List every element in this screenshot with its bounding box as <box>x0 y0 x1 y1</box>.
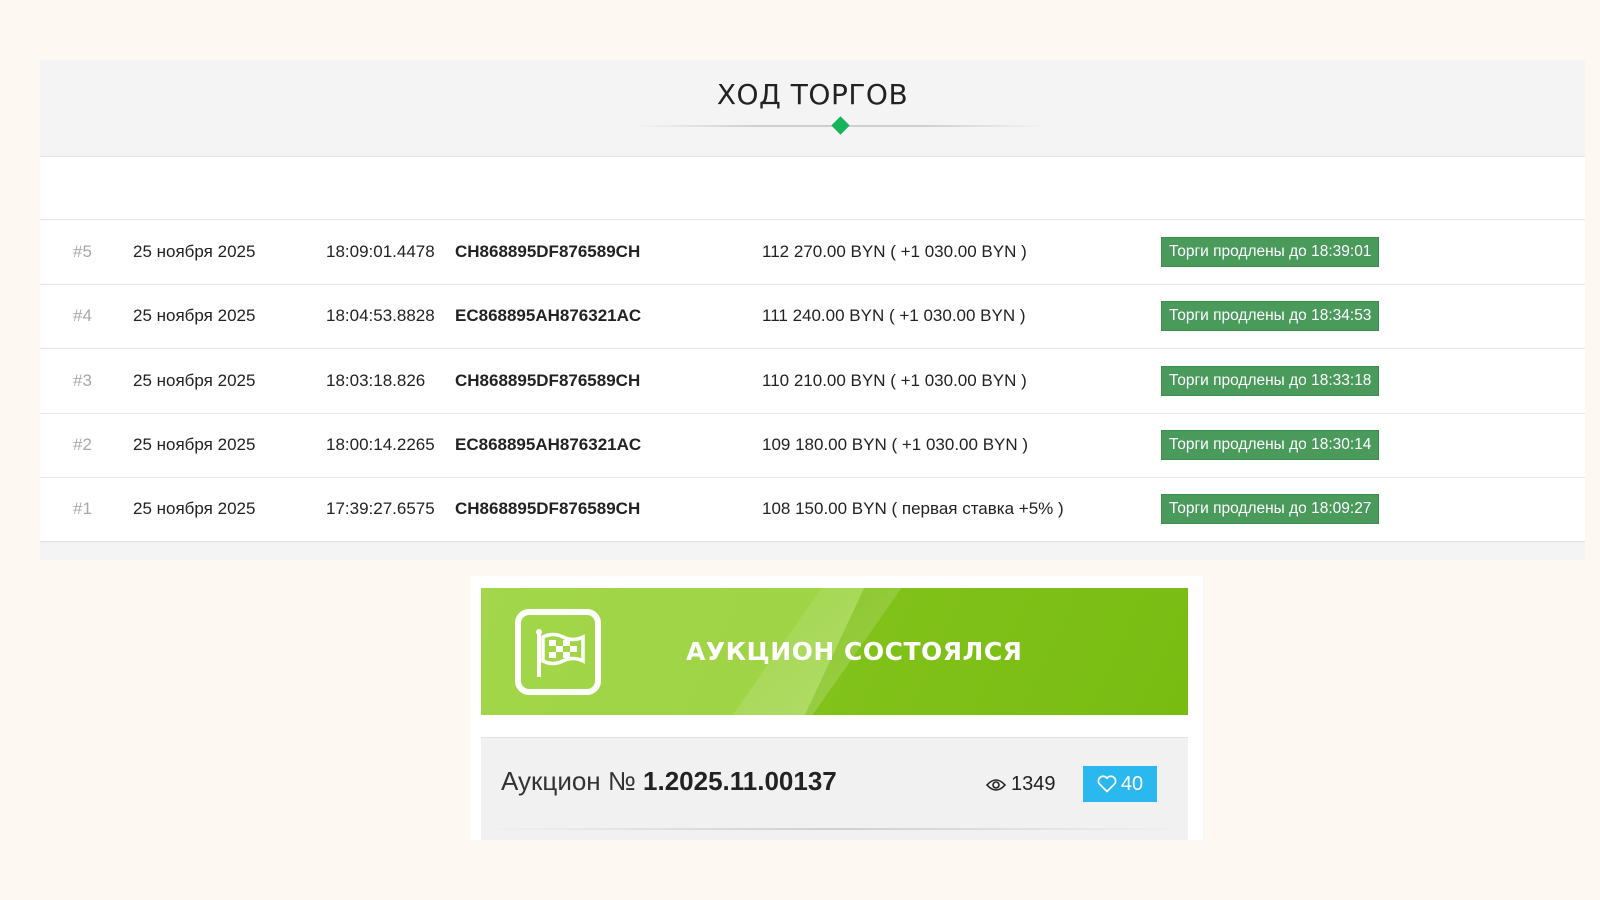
extension-status-badge: Торги продлены до 18:33:18 <box>1161 365 1380 396</box>
auction-label-text: Аукцион № <box>501 766 636 796</box>
likes-count: 40 <box>1120 772 1144 795</box>
bid-amount: 110 210.00 BYN ( +1 030.00 BYN ) <box>762 370 1027 390</box>
table-row: #1 25 ноября 2025 17:39:27.6575 CH868895DF8… <box>40 477 1585 542</box>
auction-info-bar: Аукцион № 1.2025.11.00137 1349 40 <box>481 737 1188 840</box>
bid-participant-id: CH868895DF876589CH <box>455 370 641 390</box>
bid-amount: 109 180.00 BYN ( +1 030.00 BYN ) <box>762 435 1029 455</box>
bid-time: 17:39:27.6575 <box>326 499 435 519</box>
table-header-row <box>40 156 1585 219</box>
auction-number: 1.2025.11.00137 <box>643 766 837 796</box>
bid-participant-id: CH868895DF876589CH <box>455 499 641 519</box>
banner-text: АУКЦИОН СОСТОЯЛСЯ <box>686 637 1023 666</box>
bid-participant-id: EC868895AH876321AC <box>455 435 642 455</box>
checkered-flag-icon <box>515 609 601 695</box>
bid-date: 25 ноября 2025 <box>133 435 256 455</box>
heart-icon <box>1097 775 1117 793</box>
bid-amount: 111 240.00 BYN ( +1 030.00 BYN ) <box>762 306 1026 326</box>
auction-label: Аукцион № 1.2025.11.00137 <box>501 766 837 797</box>
like-button[interactable]: 40 <box>1083 766 1157 802</box>
bid-time: 18:09:01.4478 <box>326 241 435 261</box>
eye-icon <box>986 778 1006 791</box>
extension-status-badge: Торги продлены до 18:34:53 <box>1161 301 1380 332</box>
bid-amount: 108 150.00 BYN ( первая ставка +5% ) <box>762 499 1064 519</box>
bids-table: #5 25 ноября 2025 18:09:01.4478 CH868895DF8… <box>40 156 1585 542</box>
bid-date: 25 ноября 2025 <box>133 241 256 261</box>
bid-date: 25 ноября 2025 <box>133 370 256 390</box>
bid-number: #5 <box>73 241 92 261</box>
bid-amount: 112 270.00 BYN ( +1 030.00 BYN ) <box>762 241 1027 261</box>
bid-time: 18:00:14.2265 <box>326 435 435 455</box>
bid-date: 25 ноября 2025 <box>133 499 256 519</box>
table-row: #5 25 ноября 2025 18:09:01.4478 CH868895DF8… <box>40 219 1585 284</box>
auction-completed-banner: АУКЦИОН СОСТОЯЛСЯ <box>481 588 1188 715</box>
extension-status-badge: Торги продлены до 18:30:14 <box>1161 430 1380 461</box>
bid-participant-id: CH868895DF876589CH <box>455 241 641 261</box>
views-counter: 1349 <box>986 773 1056 796</box>
bid-participant-id: EC868895AH876321AC <box>455 306 642 326</box>
table-row: #2 25 ноября 2025 18:00:14.2265 EC868895AH8… <box>40 412 1585 478</box>
views-count: 1349 <box>1011 773 1056 795</box>
panel-title: ХОД ТОРГОВ <box>716 78 909 111</box>
bid-number: #1 <box>73 499 92 519</box>
extension-status-badge: Торги продлены до 18:39:01 <box>1161 236 1380 267</box>
bid-date: 25 ноября 2025 <box>133 306 256 326</box>
bid-time: 18:03:18.826 <box>326 370 426 390</box>
bid-number: #2 <box>73 435 92 455</box>
auction-result-block: АУКЦИОН СОСТОЯЛСЯ Аукцион № 1.2025.11.00… <box>470 576 1203 840</box>
bids-history-panel: ХОД ТОРГОВ #5 25 ноября 2025 18:09:01.4478… <box>40 60 1585 560</box>
table-row: #4 25 ноября 2025 18:04:53.8828 EC868895AH8… <box>40 283 1585 349</box>
diamond-icon <box>831 116 850 135</box>
bid-number: #3 <box>73 370 92 390</box>
bid-time: 18:04:53.8828 <box>326 306 435 326</box>
panel-header: ХОД ТОРГОВ <box>40 60 1585 156</box>
bid-number: #4 <box>73 306 92 326</box>
table-row: #3 25 ноября 2025 18:03:18.826 CH868895DF87… <box>40 348 1585 413</box>
extension-status-badge: Торги продлены до 18:09:27 <box>1161 494 1380 525</box>
